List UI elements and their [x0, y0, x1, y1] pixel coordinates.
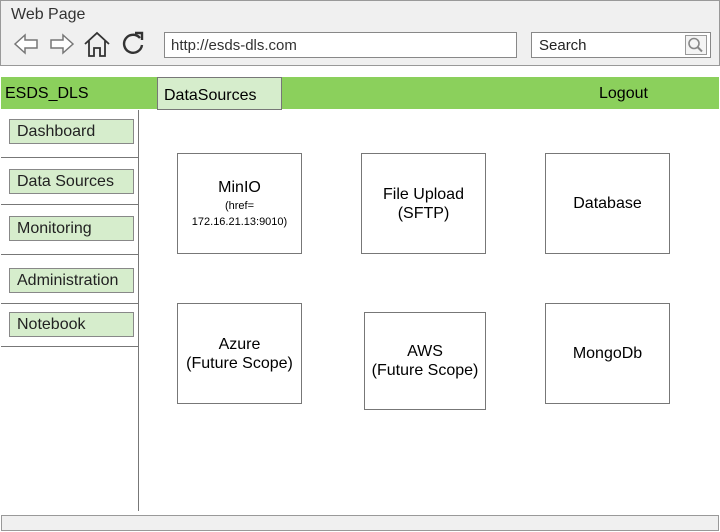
- tab-datasources[interactable]: DataSources: [157, 77, 282, 110]
- source-href-address: 172.16.21.13:9010): [191, 216, 288, 228]
- source-title: Azure: [218, 335, 261, 353]
- sidebar-separator: [1, 157, 139, 158]
- search-button[interactable]: [685, 35, 707, 55]
- source-title: AWS: [407, 343, 443, 360]
- source-card-aws[interactable]: AWS (Future Scope): [364, 312, 486, 410]
- sidebar-separator: [1, 303, 139, 304]
- source-card-azure[interactable]: Azure (Future Scope): [177, 303, 302, 404]
- source-title: MinIO: [218, 179, 261, 196]
- source-title: Database: [573, 195, 642, 212]
- search-field[interactable]: Search: [531, 32, 711, 58]
- reload-icon[interactable]: [119, 30, 147, 58]
- url-field[interactable]: http://esds-dls.com: [164, 32, 517, 58]
- forward-arrow-icon[interactable]: [48, 30, 76, 58]
- source-title: MongoDb: [572, 345, 643, 362]
- logout-link[interactable]: Logout: [599, 85, 648, 103]
- sidebar-item-dashboard[interactable]: Dashboard: [9, 119, 134, 144]
- source-subtitle: (Future Scope): [186, 354, 293, 372]
- source-card-mongodb[interactable]: MongoDb: [545, 303, 670, 404]
- status-bar: [1, 515, 719, 531]
- window-title: Web Page: [11, 6, 86, 23]
- source-subtitle: (Future Scope): [371, 362, 479, 379]
- sidebar-separator: [1, 346, 139, 347]
- sidebar-item-monitoring[interactable]: Monitoring: [9, 216, 134, 241]
- sidebar-divider: [138, 110, 139, 511]
- source-href-label: (href=: [224, 200, 255, 212]
- sidebar-item-administration[interactable]: Administration: [9, 268, 134, 293]
- source-title: File Upload: [383, 185, 464, 203]
- brand-name: ESDS_DLS: [5, 85, 89, 102]
- magnifier-icon: [688, 37, 703, 53]
- back-arrow-icon[interactable]: [12, 30, 40, 58]
- source-card-database[interactable]: Database: [545, 153, 670, 254]
- home-icon[interactable]: [83, 30, 111, 58]
- sidebar-item-data-sources[interactable]: Data Sources: [9, 169, 134, 194]
- source-subtitle: (SFTP): [397, 204, 450, 222]
- source-card-file-upload[interactable]: File Upload (SFTP): [361, 153, 486, 254]
- sidebar-separator: [1, 204, 139, 205]
- sidebar-separator: [1, 254, 139, 255]
- source-card-minio[interactable]: MinIO (href= 172.16.21.13:9010): [177, 153, 302, 254]
- sidebar-item-notebook[interactable]: Notebook: [9, 312, 134, 337]
